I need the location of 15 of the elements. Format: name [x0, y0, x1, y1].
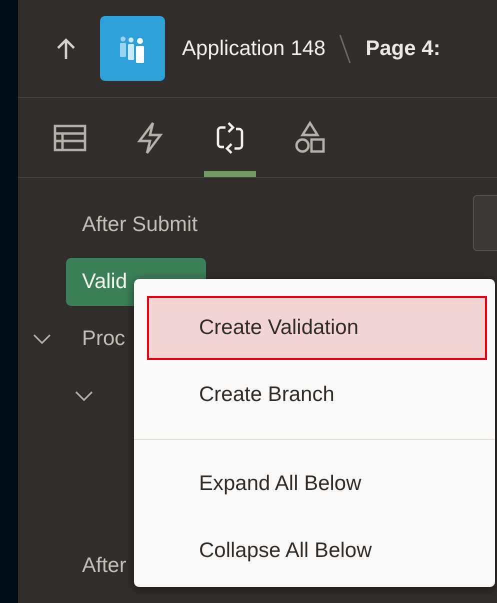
application-name[interactable]: Application 148 [182, 36, 326, 60]
up-arrow-icon[interactable] [56, 38, 76, 60]
tree-node[interactable]: After [82, 554, 126, 578]
menu-item[interactable]: Expand All Below [147, 452, 487, 516]
chevron-down-icon[interactable] [75, 390, 93, 400]
menu-item[interactable]: Collapse All Below [147, 520, 487, 584]
app-logo[interactable] [100, 16, 165, 81]
tree-node[interactable]: After Submit [82, 212, 198, 236]
menu-item[interactable]: Create Branch [147, 364, 487, 428]
field[interactable] [473, 195, 497, 251]
tree-node[interactable]: Proc [82, 326, 126, 350]
menu-item[interactable]: Create Validation [147, 296, 487, 360]
breadcrumb-separator-icon [338, 34, 352, 64]
page-name[interactable]: Page 4: [366, 36, 440, 60]
chevron-down-icon[interactable] [33, 334, 51, 344]
